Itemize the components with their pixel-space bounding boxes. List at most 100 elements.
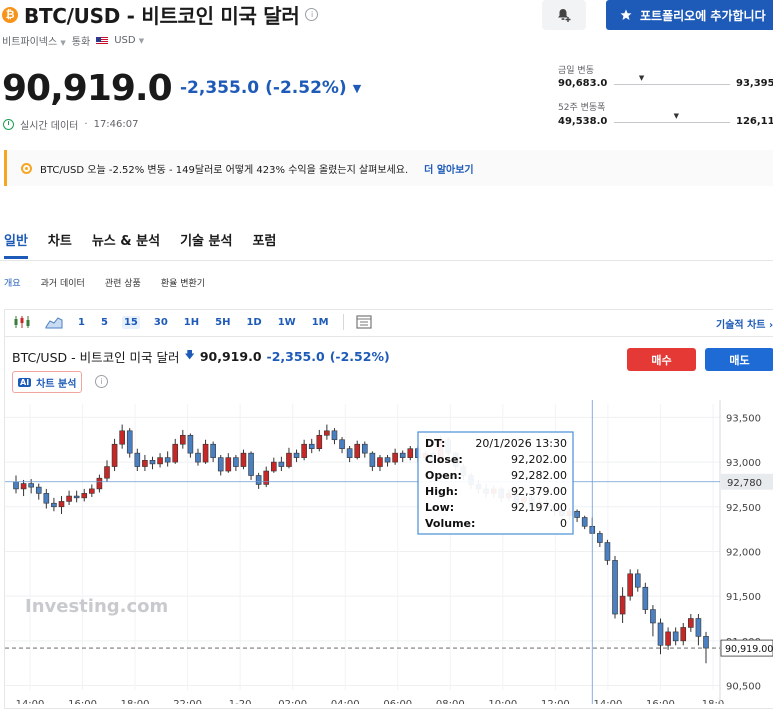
candle[interactable] xyxy=(126,428,133,458)
subtab-historical[interactable]: 과거 데이터 xyxy=(41,276,85,289)
ai-chart-analysis-button[interactable]: AI 차트 분석 xyxy=(12,371,83,393)
exchange-select[interactable]: 비트파이넥스 ▼ xyxy=(2,33,66,48)
candle[interactable] xyxy=(650,605,656,637)
candle[interactable] xyxy=(187,433,194,458)
candle[interactable] xyxy=(581,515,588,530)
candle[interactable] xyxy=(180,429,186,449)
candle[interactable] xyxy=(634,569,641,592)
area-chart-icon[interactable] xyxy=(44,314,64,330)
candle[interactable] xyxy=(58,496,65,514)
interval-1w[interactable]: 1W xyxy=(276,316,298,329)
candle[interactable] xyxy=(73,490,80,503)
candle[interactable] xyxy=(248,451,254,480)
tab-technical[interactable]: 기술 분석 xyxy=(180,230,232,259)
candle[interactable] xyxy=(149,456,156,470)
candle[interactable] xyxy=(263,466,270,488)
tab-news[interactable]: 뉴스 & 분석 xyxy=(92,230,160,259)
candle[interactable] xyxy=(339,437,345,454)
interval-1m[interactable]: 1M xyxy=(310,316,331,329)
candle[interactable] xyxy=(240,449,247,470)
candle[interactable] xyxy=(574,509,580,522)
candle[interactable] xyxy=(642,582,649,615)
candle[interactable] xyxy=(672,627,679,646)
candle[interactable] xyxy=(164,451,171,467)
tab-forum[interactable]: 포럼 xyxy=(252,230,276,259)
info-icon[interactable]: i xyxy=(95,375,108,388)
candle[interactable] xyxy=(384,454,391,467)
candle[interactable] xyxy=(278,456,285,472)
subtab-overview[interactable]: 개요 xyxy=(4,276,21,289)
candle[interactable] xyxy=(407,446,414,461)
candle[interactable] xyxy=(612,555,618,619)
candle[interactable] xyxy=(665,627,671,650)
candle[interactable] xyxy=(119,424,125,449)
sell-button[interactable]: 매도 xyxy=(705,348,773,371)
candle[interactable] xyxy=(271,457,277,473)
candle[interactable] xyxy=(597,530,603,547)
tab-general[interactable]: 일반 xyxy=(4,230,28,259)
candle[interactable] xyxy=(104,460,110,482)
candle[interactable] xyxy=(66,490,72,505)
price-chart[interactable]: 93,50093,00092,50092,00091,50091,00090,5… xyxy=(0,400,773,704)
candlestick-icon[interactable] xyxy=(12,314,32,330)
candle[interactable] xyxy=(210,441,216,463)
interval-1[interactable]: 1 xyxy=(76,316,87,329)
buy-button[interactable]: 매수 xyxy=(627,348,696,371)
candle[interactable] xyxy=(202,439,209,464)
candle[interactable] xyxy=(619,587,626,623)
candle[interactable] xyxy=(20,479,27,497)
candle[interactable] xyxy=(89,484,95,497)
add-to-portfolio-button[interactable]: 포트폴리오에 추가합니다 xyxy=(606,0,773,30)
candle[interactable] xyxy=(331,428,338,445)
candle[interactable] xyxy=(28,479,34,494)
candle[interactable] xyxy=(324,424,330,440)
candle[interactable] xyxy=(293,449,300,463)
candle[interactable] xyxy=(316,429,323,452)
candle[interactable] xyxy=(13,475,19,494)
learn-more-link[interactable]: 더 알아보기 xyxy=(424,161,473,176)
candle[interactable] xyxy=(43,488,50,509)
candle[interactable] xyxy=(51,497,57,512)
candle[interactable] xyxy=(308,438,315,454)
chart-settings-icon[interactable] xyxy=(354,314,374,330)
candle[interactable] xyxy=(346,446,353,463)
candle[interactable] xyxy=(96,474,103,493)
currency-select[interactable]: USD ▼ xyxy=(114,35,144,46)
tab-chart[interactable]: 차트 xyxy=(48,230,72,259)
candle[interactable] xyxy=(369,451,376,472)
candle[interactable] xyxy=(286,447,292,469)
candle[interactable] xyxy=(111,438,118,472)
interval-5h[interactable]: 5H xyxy=(213,316,232,329)
candle[interactable] xyxy=(255,472,262,489)
interval-30[interactable]: 30 xyxy=(152,316,170,329)
create-alert-button[interactable] xyxy=(542,0,586,30)
subtab-converter[interactable]: 환율 변환기 xyxy=(161,276,205,289)
candle[interactable] xyxy=(157,453,163,468)
candle[interactable] xyxy=(217,454,224,476)
candle[interactable] xyxy=(172,438,179,464)
candle[interactable] xyxy=(354,440,361,460)
candle[interactable] xyxy=(233,454,239,472)
info-icon[interactable]: i xyxy=(305,8,319,21)
candle[interactable] xyxy=(142,454,148,472)
interval-15[interactable]: 15 xyxy=(121,315,140,329)
candle[interactable] xyxy=(680,622,687,646)
candle[interactable] xyxy=(703,631,709,664)
candle[interactable] xyxy=(195,448,201,466)
candle[interactable] xyxy=(225,453,232,473)
interval-5[interactable]: 5 xyxy=(99,316,110,329)
candle[interactable] xyxy=(35,483,42,500)
interval-1d[interactable]: 1D xyxy=(244,316,263,329)
candle[interactable] xyxy=(377,454,383,472)
candle[interactable] xyxy=(688,614,694,632)
technical-chart-link[interactable]: 기술적 차트 › xyxy=(716,316,773,331)
candle[interactable] xyxy=(399,450,406,463)
candle[interactable] xyxy=(301,439,307,461)
candle[interactable] xyxy=(361,441,368,458)
interval-1h[interactable]: 1H xyxy=(182,316,201,329)
candle[interactable] xyxy=(657,618,664,655)
subtab-related[interactable]: 관련 상품 xyxy=(105,276,141,289)
candle[interactable] xyxy=(627,569,633,601)
candle[interactable] xyxy=(392,448,398,465)
candle[interactable] xyxy=(604,539,611,565)
